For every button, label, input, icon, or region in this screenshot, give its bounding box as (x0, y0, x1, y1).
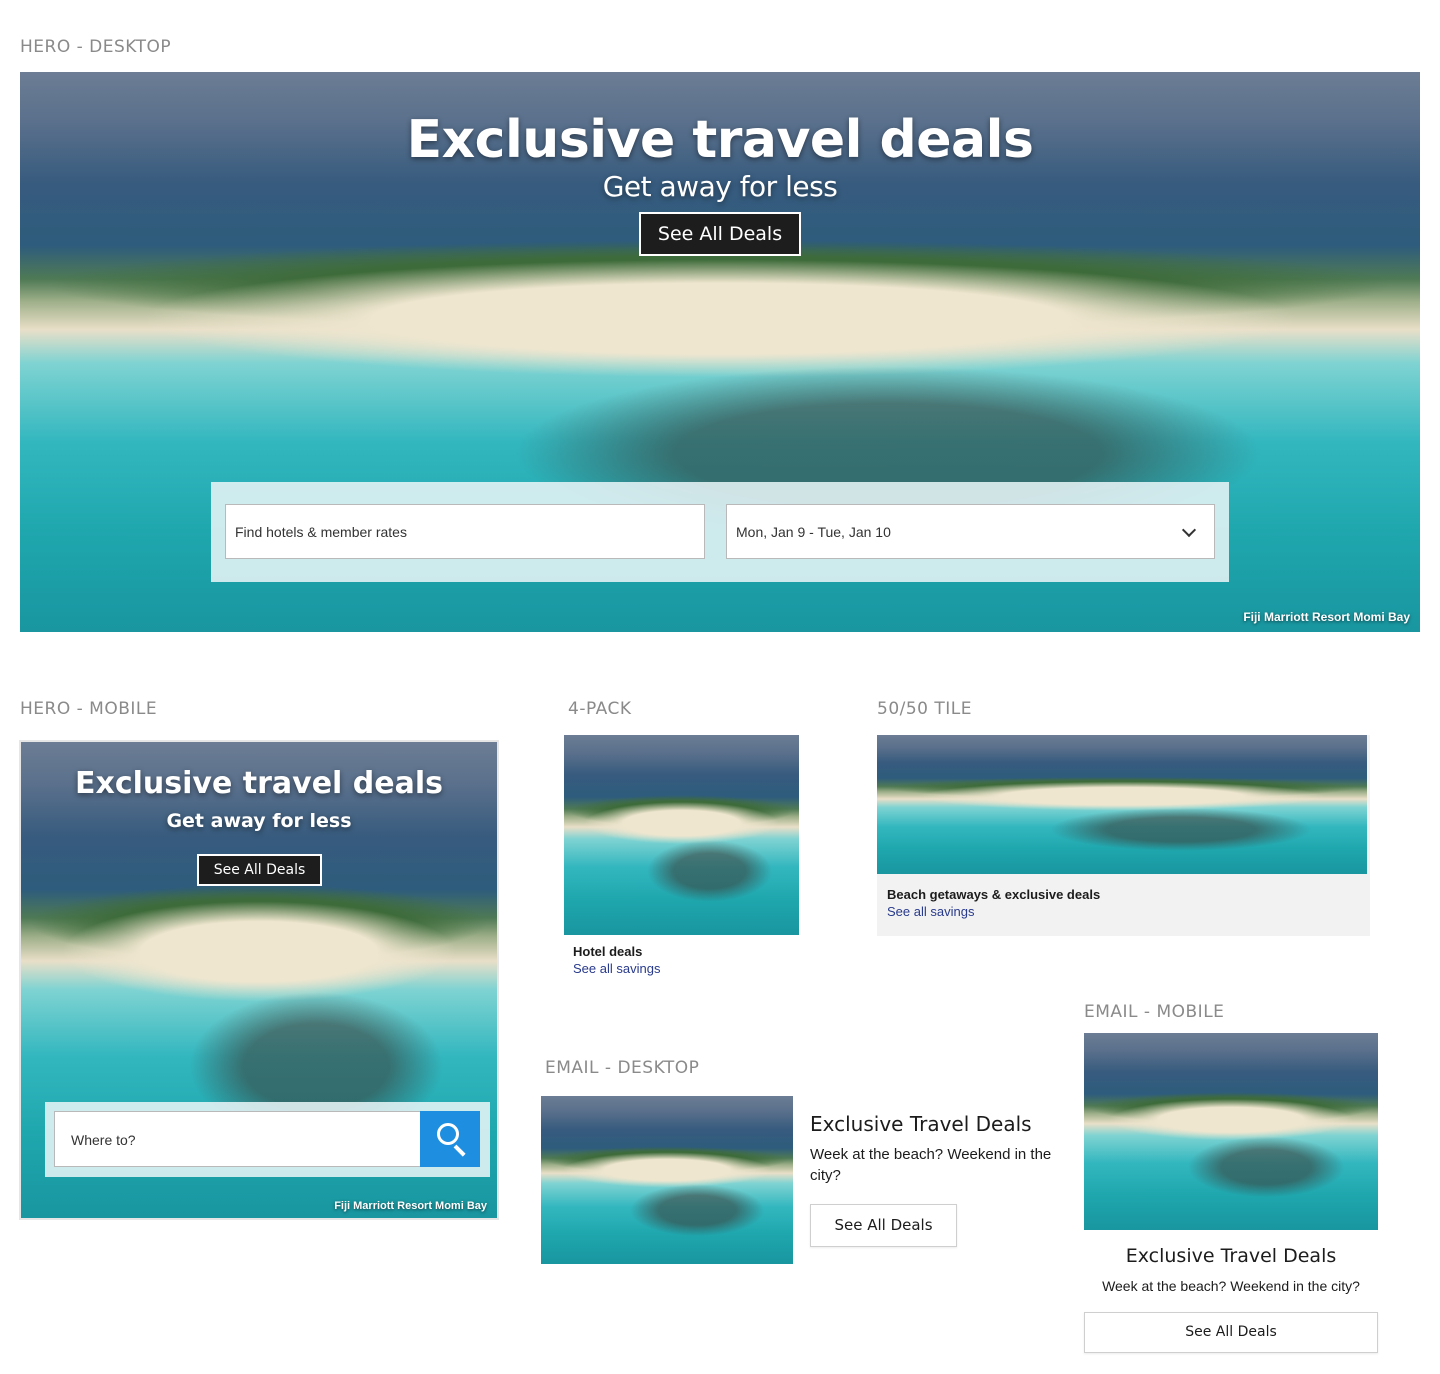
email-mobile-title: Exclusive Travel Deals (1125, 1245, 1337, 1267)
email-desktop-image (541, 1096, 793, 1264)
section-label-email-mobile: EMAIL - MOBILE (1084, 1002, 1225, 1022)
search-panel: Find hotels & member rates Mon, Jan 9 - … (211, 482, 1229, 582)
where-to-input[interactable]: Where to? (54, 1111, 421, 1167)
email-desktop-title: Exclusive Travel Deals (810, 1112, 1032, 1136)
email-mobile-see-all-deals-button[interactable]: See All Deals (1084, 1312, 1378, 1353)
section-label-fifty-fifty: 50/50 TILE (877, 699, 973, 719)
section-label-email-desktop: EMAIL - DESKTOP (545, 1058, 700, 1078)
hero-title: Exclusive travel deals (406, 110, 1034, 170)
section-label-hero-mobile: HERO - MOBILE (20, 699, 158, 719)
hero-desktop-banner: Exclusive travel deals Get away for less… (20, 72, 1420, 632)
hero-mobile-title: Exclusive travel deals (75, 766, 443, 801)
section-label-four-pack: 4-PACK (568, 699, 632, 719)
search-icon (437, 1123, 459, 1145)
see-all-deals-button[interactable]: See All Deals (639, 212, 801, 256)
mobile-see-all-deals-button[interactable]: See All Deals (197, 854, 322, 886)
hero-mobile-subtitle: Get away for less (166, 810, 352, 832)
mobile-photo-caption: Fiji Marriott Resort Momi Bay (334, 1200, 487, 1212)
four-pack-link[interactable]: See all savings (573, 961, 660, 976)
fifty-fifty-title: Beach getaways & exclusive deals (887, 887, 1101, 902)
fifty-fifty-link[interactable]: See all savings (887, 904, 974, 919)
fifty-fifty-image (877, 735, 1367, 874)
hero-subtitle: Get away for less (602, 170, 838, 203)
hotel-search-input[interactable]: Find hotels & member rates (225, 504, 705, 559)
four-pack-image[interactable] (564, 735, 799, 935)
email-mobile-body: Week at the beach? Weekend in the city? (1102, 1278, 1360, 1294)
four-pack-title: Hotel deals (573, 944, 643, 959)
email-mobile-image (1084, 1033, 1378, 1230)
chevron-down-icon (1181, 522, 1197, 538)
mobile-search-panel: Where to? (45, 1102, 490, 1177)
email-desktop-see-all-deals-button[interactable]: See All Deals (810, 1204, 957, 1247)
search-button[interactable] (420, 1111, 480, 1167)
section-label-hero-desktop: HERO - DESKTOP (20, 37, 172, 57)
date-range-select[interactable]: Mon, Jan 9 - Tue, Jan 10 (726, 504, 1215, 559)
photo-caption: Fiji Marriott Resort Momi Bay (1243, 610, 1410, 624)
email-desktop-body: Week at the beach? Weekend in the city? (810, 1146, 1052, 1184)
hero-mobile-banner: Exclusive travel deals Get away for less… (19, 740, 499, 1220)
fifty-fifty-tile[interactable]: Beach getaways & exclusive deals See all… (877, 735, 1370, 936)
date-range-value: Mon, Jan 9 - Tue, Jan 10 (736, 524, 891, 540)
